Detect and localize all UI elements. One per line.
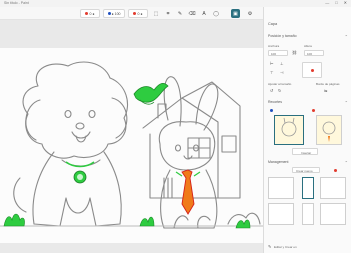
minimize-button[interactable]: — <box>325 0 329 5</box>
clips-section-title: Recortes <box>268 100 283 104</box>
align-center-icon[interactable]: ⊥ <box>280 61 283 66</box>
position-section-title: Posición y tamaño <box>268 34 297 38</box>
align-left-icon[interactable]: ⊢ <box>270 61 273 66</box>
chevron-up-icon[interactable]: ⌃ <box>345 34 348 39</box>
chip-label: 0 ● <box>89 11 95 16</box>
align-bottom-icon[interactable]: ⊣ <box>280 70 283 75</box>
properties-panel: Capa Posición y tamaño ⌃ Anchura Altura … <box>263 7 351 253</box>
crop-tool-icon[interactable]: ⌗ <box>164 9 172 18</box>
layer-thumbnail-5[interactable] <box>302 203 314 225</box>
edit-icon[interactable]: ✎ <box>268 244 271 249</box>
bush-outline <box>227 212 261 225</box>
height-field[interactable]: 100 <box>304 50 324 56</box>
blue-dot-icon <box>270 109 273 112</box>
red-swatch-icon <box>85 12 89 15</box>
align-top-icon[interactable]: ⊤ <box>270 70 273 75</box>
settings-icon[interactable]: ⚙ <box>246 9 254 18</box>
record-icon[interactable] <box>334 169 337 172</box>
management-section-title: Management <box>268 160 289 164</box>
text-tool-icon[interactable]: A <box>200 9 208 18</box>
title-bar: Sin título - Paint — □ ✕ <box>0 0 351 7</box>
window-title: Sin título - Paint <box>4 1 29 5</box>
drawing-canvas[interactable] <box>0 48 264 243</box>
width-field[interactable]: 100 <box>268 50 288 56</box>
chevron-up-icon[interactable]: ⌃ <box>345 100 348 105</box>
width-label: Anchura <box>268 44 280 48</box>
red-dot-icon <box>312 109 315 112</box>
clip-thumbnail-2[interactable] <box>316 115 342 145</box>
canvas-area <box>0 20 264 253</box>
layer-thumbnail-3[interactable] <box>320 177 346 199</box>
blue-swatch-icon <box>107 12 111 15</box>
link-icon[interactable]: ⛓ <box>292 50 297 55</box>
layer-thumbnail-1[interactable] <box>268 177 294 199</box>
fit-size-label: Ajustar al tamaño <box>268 82 292 86</box>
maximize-button[interactable]: □ <box>335 0 337 5</box>
flip-icon[interactable]: ⇋ <box>324 88 327 93</box>
chip-label: ● 100 <box>111 11 121 16</box>
color-chip-2[interactable]: ● 100 <box>103 9 125 18</box>
rabbit-thumbnail-icon <box>281 117 297 137</box>
rabbit-tie-thumbnail-icon <box>322 121 336 142</box>
eraser-tool-icon[interactable]: ⌫ <box>188 9 196 18</box>
layers-tool-icon[interactable]: ▣ <box>231 9 240 18</box>
shapes-tool-icon[interactable]: ◯ <box>212 9 220 18</box>
layer-thumbnail-6[interactable] <box>320 203 346 225</box>
rotate-left-icon[interactable]: ↺ <box>270 88 273 93</box>
red-swatch-icon <box>133 12 137 15</box>
color-chip-3[interactable]: 0 ● <box>128 9 148 18</box>
anchor-grid[interactable] <box>302 62 322 78</box>
color-chip-1[interactable]: 0 ● <box>80 9 100 18</box>
chip-label: 0 ● <box>137 11 143 16</box>
rabbit-tie <box>175 169 201 215</box>
layer-thumbnail-4[interactable] <box>268 203 294 225</box>
house-outline <box>142 81 241 199</box>
panel-header: Capa <box>268 22 278 26</box>
chevron-up-icon[interactable]: ⌃ <box>345 160 348 165</box>
brush-tool-icon[interactable]: ✎ <box>176 9 184 18</box>
layer-thumbnail-2[interactable] <box>302 177 314 199</box>
create-new-button[interactable]: Crear nuevo <box>292 167 320 173</box>
bird <box>133 82 169 105</box>
height-label: Altura <box>304 44 312 48</box>
insert-button[interactable]: Insertar <box>292 148 318 155</box>
coloring-drawing <box>0 61 264 229</box>
dog-outline <box>13 61 128 227</box>
anchor-point-icon <box>311 69 314 72</box>
footer-label: Editar y Crear en <box>274 245 297 249</box>
close-button[interactable]: ✕ <box>344 0 347 5</box>
clip-thumbnail-1[interactable] <box>274 115 304 145</box>
page-border-label: Borde de páginas <box>316 82 340 86</box>
select-tool-icon[interactable]: ⬚ <box>152 9 160 18</box>
dog-collar-tag <box>65 161 95 184</box>
window-controls: — □ ✕ <box>325 0 347 5</box>
rotate-right-icon[interactable]: ↻ <box>278 88 281 93</box>
